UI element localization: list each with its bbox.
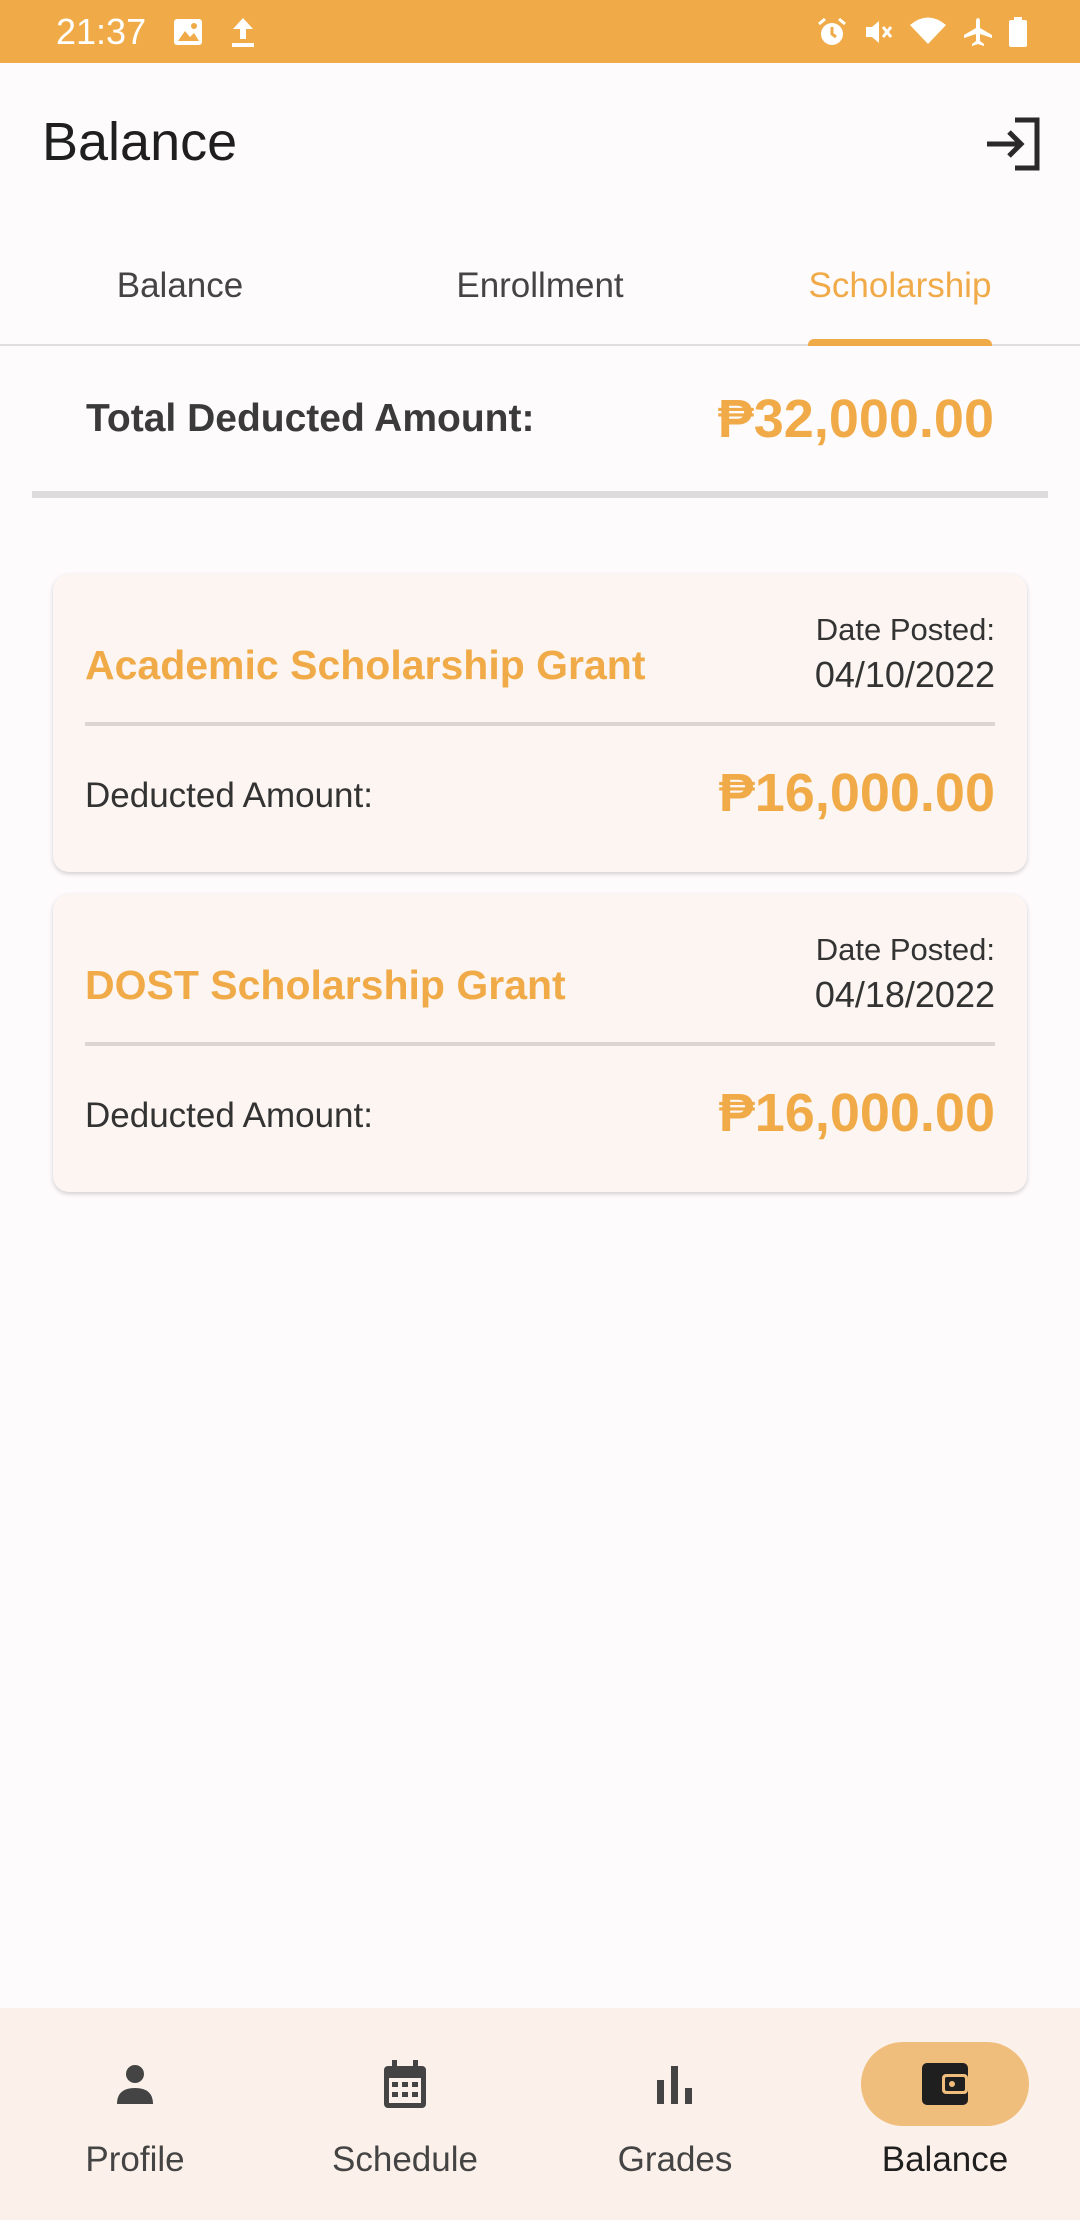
wifi-icon xyxy=(908,16,948,48)
status-time: 21:37 xyxy=(56,10,147,52)
nav-label: Profile xyxy=(85,2140,185,2179)
total-deducted-value: ₱32,000.00 xyxy=(717,388,994,449)
date-posted-label: Date Posted: xyxy=(815,932,995,967)
nav-label: Balance xyxy=(881,2140,1009,2179)
person-icon xyxy=(117,2065,153,2104)
bar-chart-icon xyxy=(657,2066,692,2104)
tab-bar: Balance Enrollment Scholarship xyxy=(0,240,1080,346)
nav-item-schedule[interactable]: Schedule xyxy=(270,2008,540,2220)
nav-icon-container xyxy=(321,2042,489,2126)
nav-icon-container xyxy=(861,2042,1029,2126)
upload-icon xyxy=(230,16,256,48)
deducted-amount-value: ₱16,000.00 xyxy=(718,1083,995,1143)
card-divider xyxy=(85,1042,995,1046)
status-bar: 21:37 xyxy=(0,0,1080,63)
tab-enrollment[interactable]: Enrollment xyxy=(360,240,720,344)
date-posted-value: 04/10/2022 xyxy=(814,654,995,695)
app-bar: Balance xyxy=(0,63,1080,223)
logout-icon xyxy=(987,117,1040,171)
tab-label: Enrollment xyxy=(456,266,624,305)
tab-label: Scholarship xyxy=(808,266,992,305)
total-deducted-label: Total Deducted Amount: xyxy=(86,396,535,440)
date-posted-value: 04/18/2022 xyxy=(814,974,995,1015)
total-deducted-summary: Total Deducted Amount: ₱32,000.00 xyxy=(32,346,1048,498)
nav-icon-container xyxy=(591,2042,759,2126)
status-left: 21:37 xyxy=(56,11,256,53)
deducted-amount-value: ₱16,000.00 xyxy=(718,763,995,823)
nav-label: Grades xyxy=(617,2140,733,2179)
deducted-amount-label: Deducted Amount: xyxy=(85,776,373,815)
wallet-icon xyxy=(922,2063,968,2105)
active-tab-indicator xyxy=(808,339,992,346)
nav-label: Schedule xyxy=(332,2140,478,2179)
battery-icon xyxy=(1008,16,1028,48)
nav-item-balance[interactable]: Balance xyxy=(810,2008,1080,2220)
deducted-amount-label: Deducted Amount: xyxy=(85,1096,373,1135)
scholarship-card: Academic Scholarship Grant Date Posted: … xyxy=(53,574,1027,872)
calendar-icon xyxy=(384,2060,426,2108)
scholarship-title: DOST Scholarship Grant xyxy=(85,962,566,1008)
tab-scholarship[interactable]: Scholarship xyxy=(720,240,1080,346)
date-posted-label: Date Posted: xyxy=(815,612,995,647)
nav-icon-container xyxy=(51,2042,219,2126)
tab-label: Balance xyxy=(116,266,244,305)
vibrate-mute-icon xyxy=(862,16,894,48)
alarm-icon xyxy=(816,16,848,48)
tab-balance[interactable]: Balance xyxy=(0,240,360,344)
scholarship-title: Academic Scholarship Grant xyxy=(85,642,646,688)
nav-item-grades[interactable]: Grades xyxy=(540,2008,810,2220)
card-divider xyxy=(85,722,995,726)
bottom-navigation: Profile Schedule Grades Balance xyxy=(0,2008,1080,2220)
image-icon xyxy=(172,17,204,47)
page-title: Balance xyxy=(42,112,238,172)
nav-item-profile[interactable]: Profile xyxy=(0,2008,270,2220)
airplane-icon xyxy=(962,16,994,48)
scholarship-card: DOST Scholarship Grant Date Posted: 04/1… xyxy=(53,894,1027,1192)
logout-button[interactable] xyxy=(980,111,1046,177)
status-right xyxy=(816,16,1028,48)
